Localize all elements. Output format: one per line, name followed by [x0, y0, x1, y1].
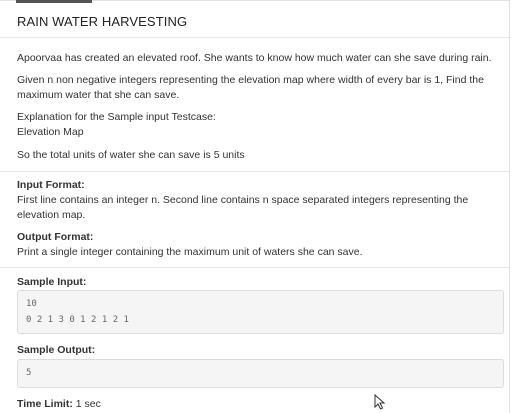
active-tab-indicator [16, 0, 92, 3]
problem-page: RAIN WATER HARVESTING Apoorvaa has creat… [0, 0, 520, 413]
sample-output-line: 5 [26, 368, 32, 378]
sample-input-line: 0 2 1 3 0 1 2 1 2 1 [26, 315, 129, 325]
sample-output-box[interactable]: 5 [17, 359, 504, 388]
input-format-label: Input Format: [17, 179, 85, 191]
explanation-result: So the total units of water she can save… [17, 149, 245, 161]
sample-output-label: Sample Output: [17, 344, 96, 356]
problem-title: RAIN WATER HARVESTING [17, 14, 188, 29]
title-divider [0, 37, 509, 38]
right-border [509, 0, 510, 413]
sample-input-label: Sample Input: [17, 276, 87, 288]
problem-intro: Apoorvaa has created an elevated roof. S… [17, 52, 492, 64]
time-limit-label: Time Limit: [17, 398, 73, 410]
sample-input-box[interactable]: 10 0 2 1 3 0 1 2 1 2 1 [17, 290, 504, 334]
mouse-pointer-icon [374, 394, 386, 410]
output-format-label: Output Format: [17, 231, 94, 243]
problem-statement: Given n non negative integers representi… [17, 74, 484, 101]
section-divider [0, 171, 509, 172]
input-format-text: First line contains an integer n. Second… [17, 194, 469, 221]
section-divider [0, 267, 509, 268]
time-limit: Time Limit: 1 sec [17, 398, 101, 410]
explanation-heading: Explanation for the Sample input Testcas… [17, 111, 216, 123]
sample-input-line: 10 [26, 299, 37, 309]
output-format-text: Print a single integer containing the ma… [17, 246, 363, 258]
time-limit-value: 1 sec [75, 398, 101, 410]
explanation-map-label: Elevation Map [17, 126, 84, 138]
